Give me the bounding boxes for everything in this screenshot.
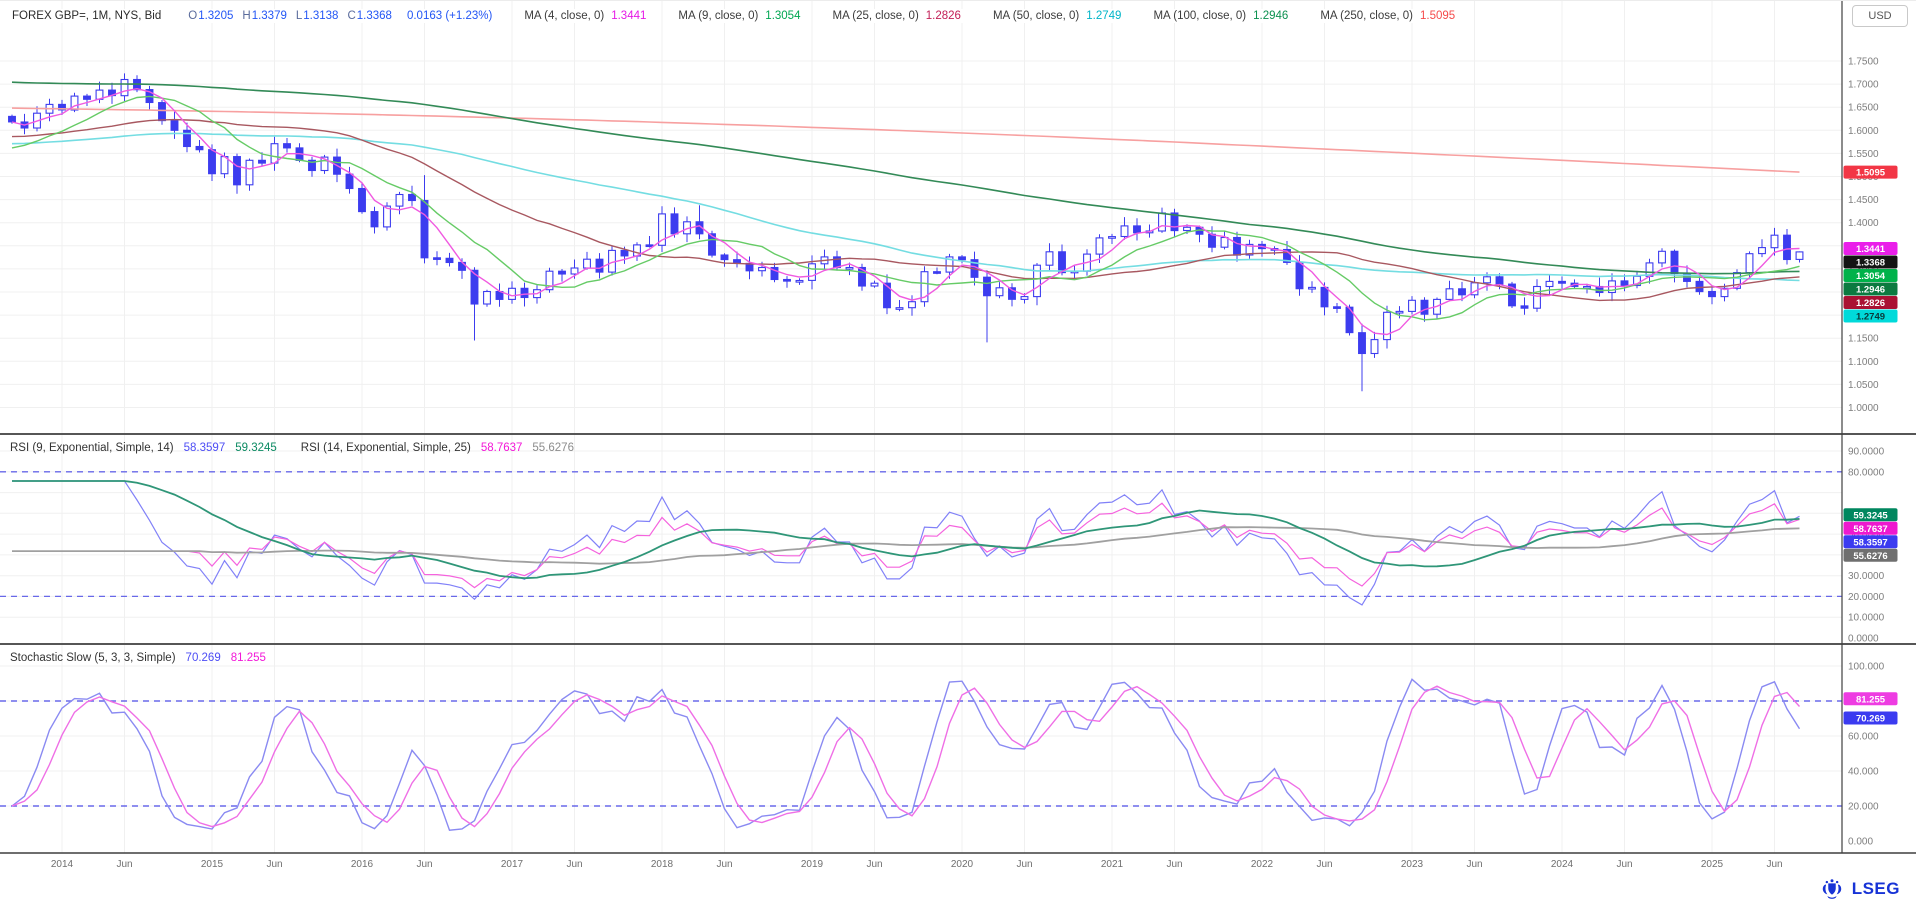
svg-text:Jun: Jun	[266, 859, 282, 870]
ma-legend-9[interactable]: MA (9, close, 0)1.3054	[676, 9, 802, 23]
chart-application: 1.75001.70001.65001.60001.55001.50001.45…	[0, 0, 1916, 906]
svg-text:58.3597: 58.3597	[1853, 537, 1887, 548]
svg-text:1.7000: 1.7000	[1848, 80, 1879, 91]
rsi-1-value: 58.3597	[184, 442, 226, 454]
svg-text:1.5500: 1.5500	[1848, 149, 1879, 160]
svg-text:58.7637: 58.7637	[1853, 524, 1887, 535]
ma-legend-100[interactable]: MA (100, close, 0)1.2946	[1151, 9, 1290, 23]
ma-legend-4[interactable]: MA (4, close, 0)1.3441	[522, 9, 648, 23]
ma-legend-50[interactable]: MA (50, close, 0)1.2749	[991, 9, 1123, 23]
instrument-title[interactable]: FOREX GBP=, 1M, NYS, Bid	[10, 9, 163, 23]
svg-text:70.269: 70.269	[1856, 714, 1885, 725]
svg-text:20.0000: 20.0000	[1848, 592, 1885, 603]
svg-text:2016: 2016	[351, 859, 374, 870]
lseg-logo-text: LSEG	[1852, 879, 1900, 899]
gridlines	[0, 1, 1842, 853]
svg-text:2024: 2024	[1551, 859, 1574, 870]
svg-text:40.000: 40.000	[1848, 767, 1879, 778]
svg-text:1.5095: 1.5095	[1856, 168, 1886, 179]
time-axis-labels[interactable]: 2014 Jun 2015 Jun 2016 Jun 2017 Jun 2018 Jun 2019 J…	[51, 859, 1783, 870]
svg-text:Jun: Jun	[866, 859, 882, 870]
svg-text:1.4000: 1.4000	[1848, 218, 1879, 229]
svg-text:2023: 2023	[1401, 859, 1424, 870]
rsi-1-title: RSI (9, Exponential, Simple, 14)	[10, 442, 174, 454]
svg-text:90.0000: 90.0000	[1848, 447, 1885, 458]
svg-text:1.1500: 1.1500	[1848, 334, 1879, 345]
svg-text:30.0000: 30.0000	[1848, 571, 1885, 582]
svg-text:1.2946: 1.2946	[1856, 285, 1885, 296]
candles-layer	[9, 73, 1803, 391]
svg-text:1.2749: 1.2749	[1856, 312, 1885, 323]
svg-text:Jun: Jun	[1166, 859, 1182, 870]
svg-text:1.0500: 1.0500	[1848, 380, 1879, 391]
lseg-crest-icon	[1818, 877, 1846, 901]
rsi-2-value: 58.7637	[481, 442, 523, 454]
stochastic-d-value: 81.255	[231, 652, 266, 664]
svg-text:Jun: Jun	[1766, 859, 1782, 870]
svg-text:Jun: Jun	[1316, 859, 1332, 870]
rsi-lines	[12, 481, 1800, 605]
svg-text:1.1000: 1.1000	[1848, 357, 1879, 368]
svg-text:10.0000: 10.0000	[1848, 613, 1885, 624]
ohlc-close: C1.3368	[347, 10, 392, 22]
pane-dividers	[0, 1, 1916, 853]
svg-text:1.3441: 1.3441	[1856, 244, 1886, 255]
svg-text:20.000: 20.000	[1848, 802, 1879, 813]
rsi-pane-header[interactable]: RSI (9, Exponential, Simple, 14) 58.3597…	[10, 442, 574, 454]
svg-text:2015: 2015	[201, 859, 224, 870]
svg-text:2019: 2019	[801, 859, 824, 870]
svg-text:1.2826: 1.2826	[1856, 298, 1885, 309]
svg-text:2022: 2022	[1251, 859, 1274, 870]
svg-text:2014: 2014	[51, 859, 74, 870]
svg-text:80.0000: 80.0000	[1848, 467, 1885, 478]
stochastic-pane-header[interactable]: Stochastic Slow (5, 3, 3, Simple) 70.269…	[10, 652, 266, 664]
stochastic-lines	[12, 679, 1800, 830]
svg-text:2017: 2017	[501, 859, 524, 870]
rsi-1-ma-value: 59.3245	[235, 442, 277, 454]
rsi-2-ma-value: 55.6276	[532, 442, 574, 454]
svg-text:2020: 2020	[951, 859, 974, 870]
svg-text:2018: 2018	[651, 859, 674, 870]
lseg-logo: LSEG	[1818, 877, 1900, 901]
svg-text:Jun: Jun	[566, 859, 582, 870]
svg-text:0.000: 0.000	[1848, 837, 1873, 848]
svg-text:59.3245: 59.3245	[1853, 510, 1888, 521]
ohlc-low: L1.3138	[296, 10, 339, 22]
svg-text:2021: 2021	[1101, 859, 1124, 870]
svg-text:2025: 2025	[1701, 859, 1724, 870]
svg-text:Jun: Jun	[1016, 859, 1032, 870]
ohlc-high: H1.3379	[242, 10, 287, 22]
threshold-dashed-lines	[0, 472, 1842, 806]
svg-text:1.3368: 1.3368	[1856, 258, 1885, 269]
ohlc-legend: O1.3205 H1.3379 L1.3138 C1.3368	[177, 9, 394, 23]
svg-text:Jun: Jun	[1466, 859, 1482, 870]
currency-selector-button[interactable]: USD	[1852, 5, 1908, 27]
svg-text:0.0000: 0.0000	[1848, 634, 1879, 645]
stochastic-title: Stochastic Slow (5, 3, 3, Simple)	[10, 652, 176, 664]
svg-text:1.7500: 1.7500	[1848, 57, 1879, 68]
chart-legend-bar: FOREX GBP=, 1M, NYS, Bid O1.3205 H1.3379…	[0, 1, 1457, 31]
svg-text:Jun: Jun	[716, 859, 732, 870]
svg-text:1.4500: 1.4500	[1848, 195, 1879, 206]
svg-text:55.6276: 55.6276	[1853, 551, 1887, 562]
svg-text:1.3054: 1.3054	[1856, 271, 1886, 282]
svg-text:1.6000: 1.6000	[1848, 126, 1879, 137]
ma-legend-250[interactable]: MA (250, close, 0)1.5095	[1318, 9, 1457, 23]
ma-overlays	[12, 82, 1800, 334]
stochastic-k-value: 70.269	[186, 652, 221, 664]
svg-text:81.255: 81.255	[1856, 694, 1886, 705]
svg-text:Jun: Jun	[1616, 859, 1632, 870]
svg-text:60.000: 60.000	[1848, 732, 1879, 743]
svg-text:1.6500: 1.6500	[1848, 103, 1879, 114]
svg-text:Jun: Jun	[416, 859, 432, 870]
ma-legend-25[interactable]: MA (25, close, 0)1.2826	[830, 9, 962, 23]
rsi-2-title: RSI (14, Exponential, Simple, 25)	[301, 442, 471, 454]
svg-text:1.0000: 1.0000	[1848, 403, 1879, 414]
svg-text:Jun: Jun	[116, 859, 132, 870]
ohlc-open: O1.3205	[188, 10, 233, 22]
change-value: 0.0163 (+1.23%)	[405, 9, 494, 23]
svg-text:100.000: 100.000	[1848, 662, 1885, 673]
